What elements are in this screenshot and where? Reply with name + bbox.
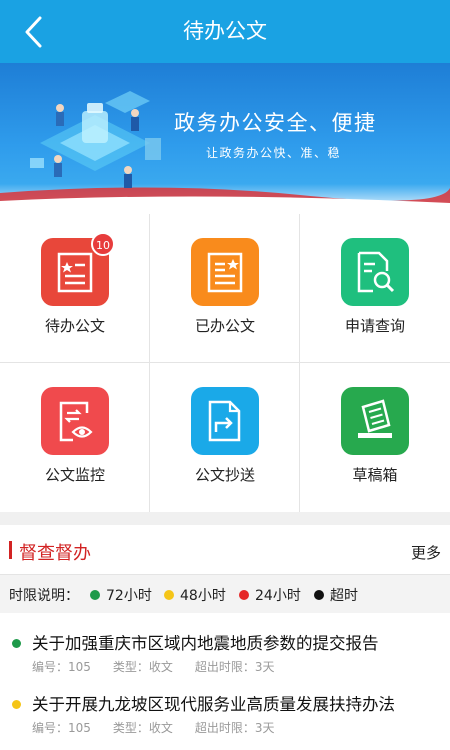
grid-item-query[interactable]: 申请查询 [300, 214, 450, 363]
grid-item-completed[interactable]: 已办公文 [150, 214, 300, 363]
office-illustration [0, 91, 450, 214]
document-monitor-icon [41, 387, 109, 455]
document-number: 编号：105 [32, 660, 91, 674]
banner-subtitle: 让政务办公快、准、稳 [206, 146, 342, 160]
title-bar: 待办公文 [0, 0, 450, 63]
promo-banner: 政务办公安全、便捷 让政务办公快、准、稳 [0, 63, 450, 214]
legend-item-24h: 24小时 [239, 585, 301, 605]
legend-item-72h: 72小时 [90, 585, 152, 605]
grid-item-label: 待办公文 [44, 317, 105, 335]
legend-item-overdue: 超时 [314, 585, 358, 605]
legend-item-48h: 48小时 [164, 585, 226, 605]
function-grid: 待办公文 已办公文 申请查询 公文监控 公文抄送 草稿箱 [0, 214, 450, 512]
green-dot-icon [90, 590, 100, 600]
yellow-dot-icon [12, 700, 21, 709]
document-number: 编号：105 [32, 721, 91, 735]
green-dot-icon [12, 639, 21, 648]
grid-item-label: 草稿箱 [352, 466, 398, 484]
black-dot-icon [314, 590, 324, 600]
grid-item-label: 申请查询 [344, 317, 405, 335]
document-meta: 编号：105 类型：收文 超出时限：3天 [32, 719, 297, 736]
grid-item-pending[interactable]: 待办公文 [0, 214, 150, 363]
document-search-icon [341, 238, 409, 306]
pending-count-badge: 10 [91, 232, 115, 256]
more-link[interactable]: 更多 [411, 542, 441, 563]
draft-box-icon [341, 387, 409, 455]
grid-item-forward[interactable]: 公文抄送 [150, 363, 300, 512]
time-limit-legend: 时限说明： 72小时 48小时 24小时 超时 [0, 575, 450, 613]
document-meta: 编号：105 类型：收文 超出时限：3天 [32, 658, 297, 675]
document-type: 类型：收文 [112, 660, 173, 674]
document-forward-icon [191, 387, 259, 455]
supervise-section: 督查督办 更多 时限说明： 72小时 48小时 24小时 超时 关于加强重庆市区… [0, 525, 450, 750]
banner-slogan: 政务办公安全、便捷 [174, 111, 377, 135]
list-item[interactable]: 关于加强重庆市区域内地震地质参数的提交报告 编号：105 类型：收文 超出时限：3天 [0, 624, 450, 679]
document-overdue: 超出时限：3天 [194, 721, 275, 735]
grid-item-label: 已办公文 [194, 317, 255, 335]
list-item[interactable]: 关于开展九龙坡区现代服务业高质量发展扶持办法 编号：105 类型：收文 超出时限：3… [0, 685, 450, 740]
document-title: 关于开展九龙坡区现代服务业高质量发展扶持办法 [32, 695, 395, 714]
grid-item-label: 公文抄送 [194, 466, 255, 484]
document-type: 类型：收文 [112, 721, 173, 735]
section-header: 督查督办 更多 [0, 525, 450, 575]
legend-label: 时限说明： [9, 588, 79, 604]
red-dot-icon [239, 590, 249, 600]
completed-document-icon [191, 238, 259, 306]
grid-item-drafts[interactable]: 草稿箱 [300, 363, 450, 512]
grid-item-monitor[interactable]: 公文监控 [0, 363, 150, 512]
yellow-dot-icon [164, 590, 174, 600]
document-overdue: 超出时限：3天 [194, 660, 275, 674]
document-title: 关于加强重庆市区域内地震地质参数的提交报告 [32, 634, 379, 653]
section-title: 督查督办 [19, 543, 91, 564]
section-marker [9, 541, 12, 559]
grid-item-label: 公文监控 [44, 466, 105, 484]
page-title: 待办公文 [183, 19, 267, 43]
